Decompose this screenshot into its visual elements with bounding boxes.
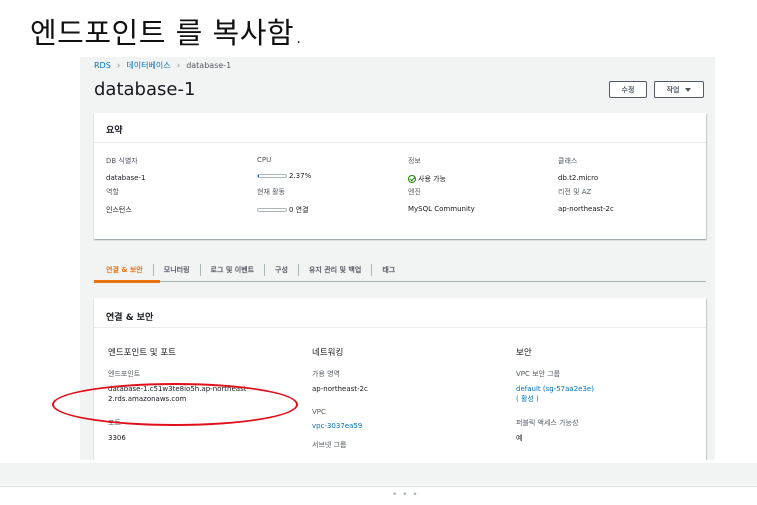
port-value: 3306 [108,434,126,442]
cpu: CPU 2.37% [257,156,312,180]
vpc-link[interactable]: vpc-3037ea59 [312,421,492,431]
security-group-status: ( 활성 ) [516,395,539,403]
check-circle-icon [408,175,416,183]
role: 역할 인스턴스 [106,188,132,214]
tab-tags[interactable]: 태그 [371,263,405,276]
tab-logs-events[interactable]: 로그 및 이벤트 [199,263,265,276]
breadcrumb-rds[interactable]: RDS [94,61,111,70]
subnet-group-label: 서브넷 그룹 [312,441,347,449]
status: 정보 사용 가능 [408,157,446,183]
security-group-link[interactable]: default (sg-57aa2e3e) [516,384,696,394]
chevron-right-icon: › [176,60,181,71]
public-access-value: 예 [516,434,523,442]
cpu-progress-bar [257,174,287,178]
endpoint-heading: 엔드포인트 및 포트 [108,348,176,358]
networking-column: 네트워킹 가용 영역 ap-northeast-2c VPC vpc-3037e… [312,346,492,455]
summary-title: 요약 [94,113,706,143]
breadcrumb: RDS › 데이터베이스 › database-1 [94,60,231,71]
az-value: ap-northeast-2c [312,385,368,393]
bottom-bar [0,463,757,485]
caption: 엔드포인트 를 복사함. [30,16,304,50]
page-title: database-1 [94,79,196,100]
breadcrumb-current: database-1 [186,61,232,70]
resize-handle[interactable]: • • • [0,486,757,505]
status-value: 사용 가능 [418,175,446,183]
drag-dots-icon: • • • [392,490,419,500]
summary-panel: 요약 DB 식별자 database-1 CPU 2.37% 정보 사용 가능 [94,113,706,239]
engine: 엔진 MySQL Community [408,188,475,213]
active-tab-indicator [94,280,160,283]
endpoint-highlight-ring [52,383,298,426]
region-az: 리전 및 AZ ap-northeast-2c [558,188,614,213]
endpoint-label: 엔드포인트 [108,370,141,378]
tab-maintenance-backups[interactable]: 유지 관리 및 백업 [297,263,371,276]
actions-button[interactable]: 작업 [654,81,704,98]
vpc-label: VPC [312,408,326,416]
networking-heading: 네트워킹 [312,348,344,358]
activity-progress-bar [257,208,287,212]
db-identifier: DB 식별자 database-1 [106,157,146,182]
vpc-sg-label: VPC 보안 그룹 [516,370,561,378]
tab-bar: 연결 & 보안 모니터링 로그 및 이벤트 구성 유지 관리 및 백업 태그 [94,258,706,282]
caret-down-icon [685,87,692,92]
edit-button-label: 수정 [621,85,635,94]
chevron-right-icon: › [116,60,121,71]
az-label: 가용 영역 [312,370,340,378]
cpu-value: 2.37% [289,172,312,180]
security-heading: 보안 [516,348,532,358]
current-activity: 현재 활동 0 연결 [257,188,309,214]
breadcrumb-databases[interactable]: 데이터베이스 [126,60,170,71]
security-column: 보안 VPC 보안 그룹 default (sg-57aa2e3e) ( 활성 … [516,346,696,452]
tab-connectivity[interactable]: 연결 & 보안 [94,264,153,276]
connectivity-title: 연결 & 보안 [94,298,706,328]
instance-class: 클래스 db.t2.micro [558,157,599,182]
tab-monitoring[interactable]: 모니터링 [152,263,200,276]
tab-configuration[interactable]: 구성 [264,263,298,276]
public-access-label: 퍼블릭 액세스 가능성 [516,419,579,427]
connectivity-panel: 연결 & 보안 엔드포인트 및 포트 엔드포인트 database-1.c51w… [94,298,706,460]
edit-button[interactable]: 수정 [609,81,647,98]
actions-button-label: 작업 [666,85,680,94]
activity-value: 0 연결 [289,206,309,214]
